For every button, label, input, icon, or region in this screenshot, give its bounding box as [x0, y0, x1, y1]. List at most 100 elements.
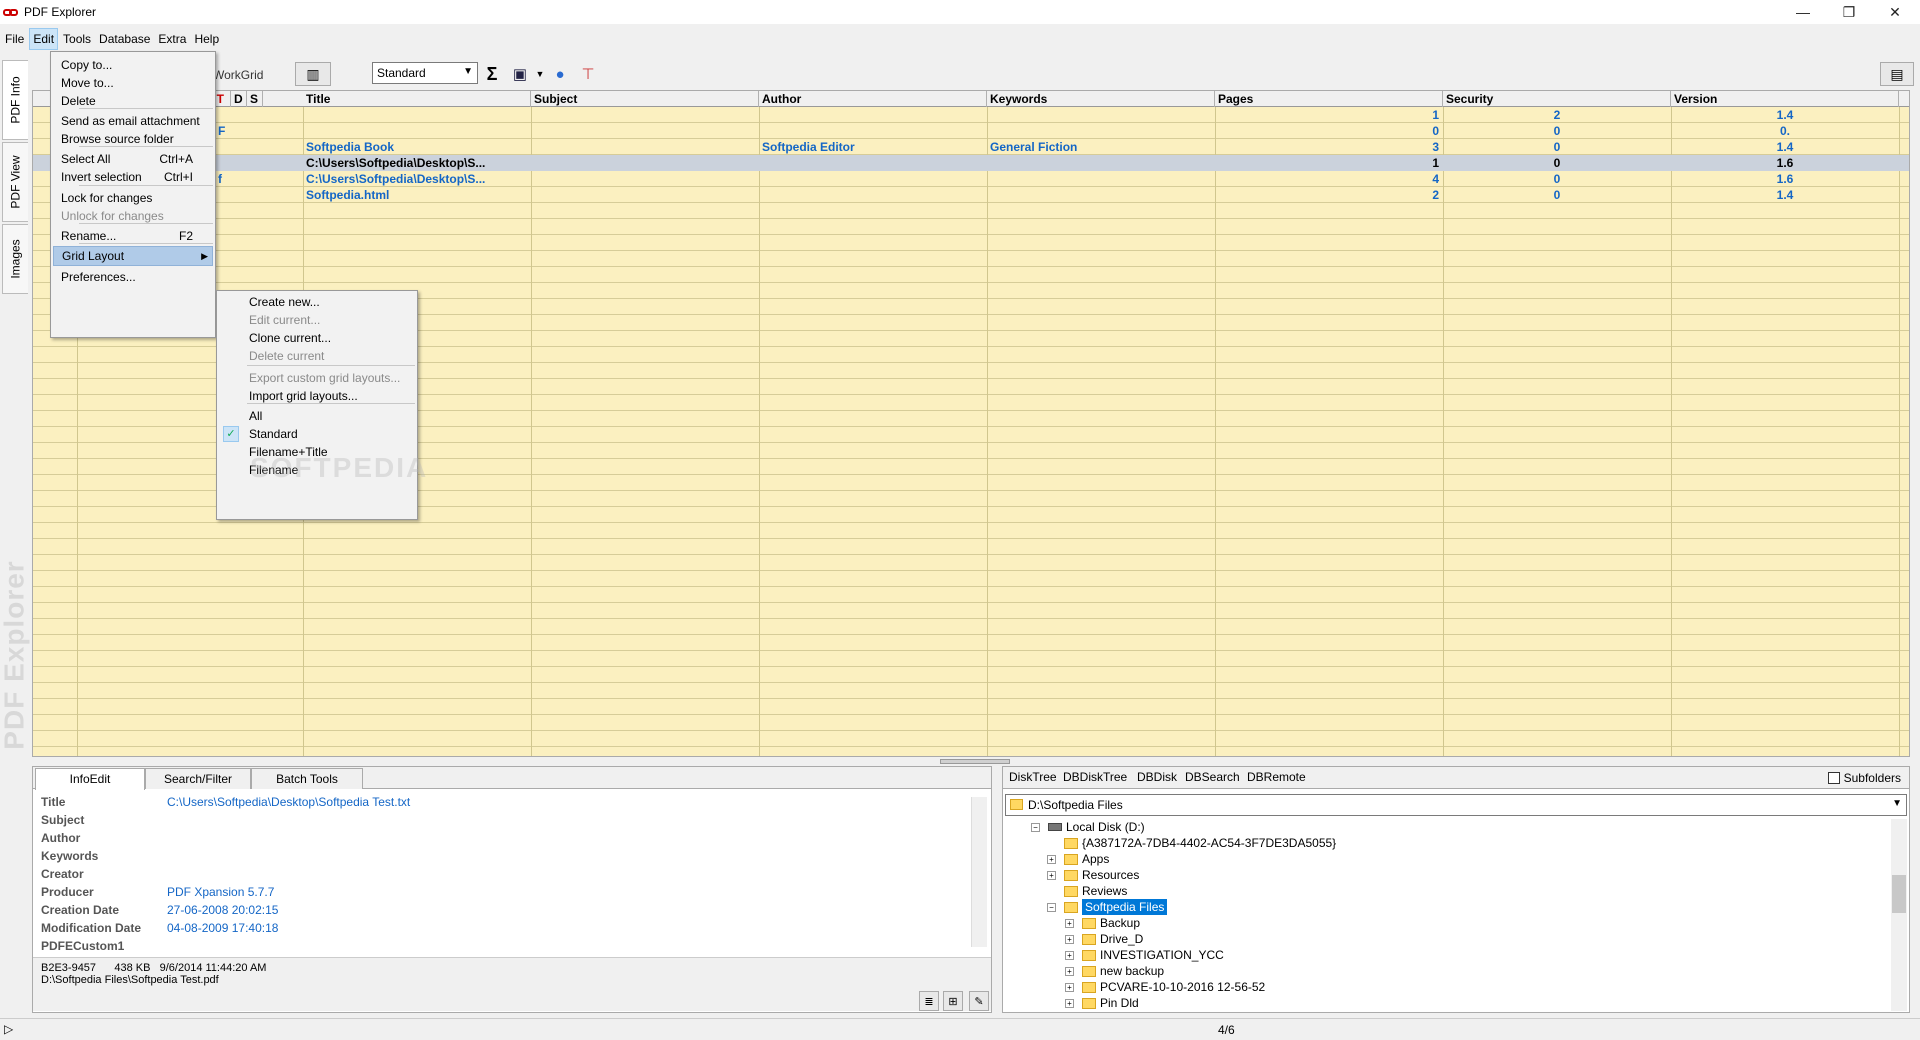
tree-node[interactable]: + Drive_D — [1065, 931, 1143, 947]
tab-pdf-info[interactable]: PDF Info — [2, 60, 28, 140]
grid-delete-icon[interactable]: ▥ — [295, 62, 331, 86]
tree-node[interactable]: Reviews — [1047, 883, 1127, 899]
menu-file[interactable]: File — [2, 29, 27, 49]
header-keywords[interactable]: Keywords — [987, 91, 1215, 107]
submenu-item-import-grid-layouts[interactable]: Import grid layouts... — [219, 386, 415, 406]
tab-dbremote[interactable]: DBRemote — [1247, 770, 1306, 784]
tree-node[interactable]: {A387172A-7DB4-4402-AC54-3F7DE3DA5055} — [1047, 835, 1336, 851]
submenu-item-all[interactable]: All — [219, 406, 415, 426]
info-field-value[interactable]: 27-06-2008 20:02:15 — [167, 903, 278, 917]
collapse-icon[interactable]: − — [1031, 822, 1040, 832]
disk-tree[interactable]: − Local Disk (D:) {A387172A-7DB4-4402-AC54… — [1005, 819, 1889, 1011]
table-row[interactable]: 0 0 0. — [33, 123, 1909, 139]
submenu-item-standard[interactable]: ✓ Standard — [219, 424, 415, 444]
tree-scroll-thumb[interactable] — [1892, 875, 1906, 913]
menu-item-preferences[interactable]: Preferences... — [53, 267, 213, 287]
menu-item-lock-for-changes[interactable]: Lock for changes — [53, 188, 213, 208]
menu-help[interactable]: Help — [191, 29, 222, 49]
expand-icon[interactable]: + — [1065, 950, 1074, 960]
play-icon[interactable]: ▷ — [4, 1022, 13, 1036]
tree-node[interactable]: − Local Disk (D:) — [1031, 819, 1145, 835]
menu-item-grid-layout[interactable]: Grid Layout ▶ — [53, 246, 213, 266]
tab-dbdisk[interactable]: DBDisk — [1137, 770, 1177, 784]
expand-icon[interactable]: + — [1065, 934, 1074, 944]
info-field-row[interactable]: Author — [41, 831, 961, 849]
panel-splitter[interactable] — [940, 759, 1010, 764]
menu-database[interactable]: Database — [96, 29, 153, 49]
info-field-row[interactable]: Producer PDF Xpansion 5.7.7 — [41, 885, 961, 903]
expand-icon[interactable]: + — [1065, 918, 1074, 928]
menu-item-move-to[interactable]: Move to... — [53, 73, 213, 93]
tab-infoedit[interactable]: InfoEdit — [35, 768, 145, 790]
sum-icon[interactable]: Σ — [482, 64, 502, 84]
info-field-value[interactable]: PDF Xpansion 5.7.7 — [167, 885, 274, 899]
pdf-export-icon[interactable]: ⊤ — [578, 64, 598, 84]
edit-icon[interactable]: ✎ — [969, 991, 989, 1011]
menu-item-invert-selection[interactable]: Invert selection Ctrl+I — [53, 167, 213, 187]
minimize-button[interactable]: — — [1780, 0, 1826, 24]
tab-images[interactable]: Images — [2, 224, 28, 294]
menu-item-copy-to[interactable]: Copy to... — [53, 55, 213, 75]
submenu-item-edit-current[interactable]: Edit current... — [219, 310, 415, 330]
book-dropdown-icon[interactable]: ▼ — [530, 64, 550, 84]
tab-disktree[interactable]: DiskTree — [1009, 770, 1057, 784]
header-subject[interactable]: Subject — [531, 91, 759, 107]
header-pages[interactable]: Pages — [1215, 91, 1443, 107]
info-field-row[interactable]: Modification Date 04-08-2009 17:40:18 — [41, 921, 961, 939]
info-field-row[interactable]: Creation Date 27-06-2008 20:02:15 — [41, 903, 961, 921]
header-d[interactable]: D — [231, 91, 247, 107]
menu-item-rename[interactable]: Rename... F2 — [53, 226, 213, 246]
tab-search-filter[interactable]: Search/Filter — [145, 768, 251, 789]
table-row[interactable]: C:\Users\Softpedia\Desktop\S... 1 0 1.6 — [33, 155, 1909, 171]
menu-edit[interactable]: Edit — [29, 28, 59, 50]
tree-node[interactable]: + Pin Dld — [1065, 995, 1139, 1011]
expand-icon[interactable]: + — [1047, 870, 1056, 880]
grid-scrollbar[interactable] — [1910, 95, 1918, 745]
column-layout-icon[interactable]: ▤ — [1880, 62, 1914, 86]
tab-batch-tools[interactable]: Batch Tools — [251, 768, 363, 789]
tab-pdf-view[interactable]: PDF View — [2, 142, 28, 222]
submenu-item-delete-current[interactable]: Delete current — [219, 346, 415, 366]
header-security[interactable]: Security — [1443, 91, 1671, 107]
menu-extra[interactable]: Extra — [155, 29, 189, 49]
menu-item-browse-source-folder[interactable]: Browse source folder — [53, 129, 213, 149]
info-field-value[interactable]: 04-08-2009 17:40:18 — [167, 921, 278, 935]
tree-node[interactable]: + PCVARE-10-10-2016 12-56-52 — [1065, 979, 1265, 995]
tab-dbsearch[interactable]: DBSearch — [1185, 770, 1240, 784]
restore-button[interactable]: ❐ — [1826, 0, 1872, 24]
info-field-row[interactable]: Subject — [41, 813, 961, 831]
menu-item-select-all[interactable]: Select All Ctrl+A — [53, 149, 213, 169]
submenu-item-export-custom-grid-layouts[interactable]: Export custom grid layouts... — [219, 368, 415, 388]
menu-item-unlock-for-changes[interactable]: Unlock for changes — [53, 206, 213, 226]
tree-node[interactable]: + Backup — [1065, 915, 1140, 931]
info-scrollbar[interactable] — [971, 797, 987, 947]
tree-node[interactable]: + Apps — [1047, 851, 1109, 867]
submenu-item-create-new[interactable]: Create new... — [219, 292, 415, 312]
header-version[interactable]: Version — [1671, 91, 1899, 107]
close-button[interactable]: ✕ — [1872, 0, 1918, 24]
tree-scrollbar[interactable] — [1891, 819, 1907, 1011]
info-field-row[interactable]: PDFECustom1 — [41, 939, 961, 957]
info-field-row[interactable]: Title C:\Users\Softpedia\Desktop\Softpedi… — [41, 795, 961, 813]
subfolders-box[interactable] — [1827, 772, 1840, 784]
header-title[interactable]: Title — [303, 91, 531, 107]
collapse-icon[interactable]: − — [1047, 902, 1056, 912]
compare-icon[interactable]: ⊞ — [943, 991, 963, 1011]
tree-node[interactable]: + INVESTIGATION_YCC — [1065, 947, 1224, 963]
table-row[interactable]: C:\Users\Softpedia\Desktop\S... 4 0 1.6 — [33, 171, 1909, 187]
table-row[interactable]: Softpedia.html 2 0 1.4 — [33, 187, 1909, 203]
tree-node[interactable]: − Softpedia Files — [1047, 899, 1168, 915]
info-field-row[interactable]: Creator — [41, 867, 961, 885]
book-icon[interactable]: ▣ — [510, 64, 530, 84]
table-row[interactable]: Softpedia Book Softpedia Editor General Fi… — [33, 139, 1909, 155]
apply-icon[interactable]: ≣ — [919, 991, 939, 1011]
expand-icon[interactable]: + — [1065, 998, 1074, 1008]
globe-icon[interactable]: ● — [550, 64, 570, 84]
menu-item-delete[interactable]: Delete — [53, 91, 213, 111]
subfolders-checkbox[interactable]: Subfolders — [1827, 771, 1901, 785]
info-field-value[interactable]: C:\Users\Softpedia\Desktop\Softpedia Tes… — [167, 795, 410, 809]
layout-select[interactable]: Standard ▼ — [372, 62, 478, 84]
menu-tools[interactable]: Tools — [60, 29, 94, 49]
tree-node[interactable]: + new backup — [1065, 963, 1164, 979]
tree-node[interactable]: + Resources — [1047, 867, 1139, 883]
